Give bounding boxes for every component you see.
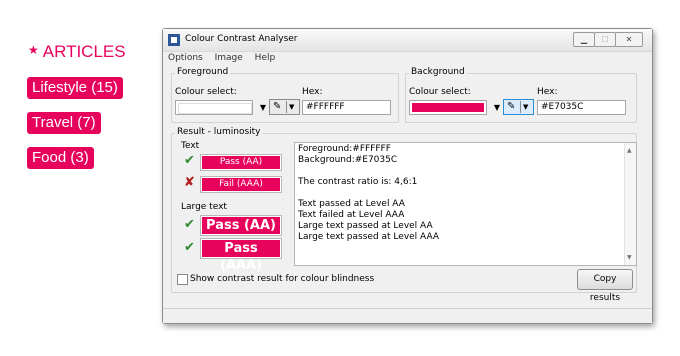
result-group-label: Result - luminosity <box>175 127 263 137</box>
background-eyedropper-button[interactable]: ✎ ▼ <box>503 99 534 115</box>
large-pass-aa-box: Pass (AA) <box>200 215 282 236</box>
report-line: Large text passed at Level AA <box>298 221 433 231</box>
menu-image[interactable]: Image <box>215 53 243 63</box>
report-line: Large text passed at Level AAA <box>298 232 440 242</box>
copy-results-button[interactable]: Copy results <box>577 269 633 303</box>
maximize-button[interactable]: ☐ <box>594 32 616 47</box>
menu-help[interactable]: Help <box>255 53 276 63</box>
report-line <box>298 188 633 199</box>
foreground-group <box>171 73 399 123</box>
eyedropper-icon: ✎ <box>273 101 282 112</box>
window-title: Colour Contrast Analyser <box>185 34 298 44</box>
foreground-hex-label: Hex: <box>302 87 323 97</box>
report-line: Text passed at Level AA <box>298 199 405 209</box>
foreground-hex-input[interactable]: #FFFFFF <box>302 100 391 115</box>
chevron-down-icon: ▼ <box>259 103 266 112</box>
divider <box>286 101 287 113</box>
articles-heading-text: ARTICLES <box>42 42 126 61</box>
background-group <box>405 73 637 123</box>
report-line: Text failed at Level AAA <box>298 210 405 220</box>
background-hex-label: Hex: <box>537 87 558 97</box>
large-text-results-label: Large text <box>181 202 227 212</box>
background-colour-select[interactable]: ▼ <box>409 100 500 115</box>
chevron-down-icon: ▼ <box>493 103 500 112</box>
background-hex-input[interactable]: #E7035C <box>537 100 626 115</box>
eyedropper-icon: ✎ <box>507 101 516 112</box>
check-icon: ✔ <box>184 217 195 232</box>
foreground-eyedropper-button[interactable]: ✎ ▼ <box>269 99 300 115</box>
foreground-colour-select-label: Colour select: <box>175 87 237 97</box>
colour-blindness-label: Show contrast result for colour blindnes… <box>190 274 375 284</box>
chevron-down-icon: ▼ <box>523 103 529 111</box>
star-icon: ★ <box>28 43 39 57</box>
report-line: The contrast ratio is: 4,6:1 <box>298 177 418 187</box>
check-icon: ✔ <box>184 240 195 255</box>
report-line: Foreground:#FFFFFF <box>298 144 391 154</box>
chevron-down-icon: ▼ <box>289 103 295 111</box>
contrast-analyser-window: Colour Contrast Analyser ▁ ☐ ✕ Options I… <box>162 28 653 324</box>
menu-bar: Options Image Help <box>163 52 652 65</box>
large-pass-aaa-box: Pass (AAA) <box>200 238 282 273</box>
tag-lifestyle[interactable]: Lifestyle (15) <box>27 77 123 99</box>
cross-icon: ✘ <box>184 175 195 190</box>
menu-options[interactable]: Options <box>168 53 203 63</box>
background-colour-select-label: Colour select: <box>409 87 471 97</box>
report-line <box>298 166 633 177</box>
colour-blindness-checkbox[interactable] <box>177 274 188 285</box>
articles-heading: ★ ARTICLES <box>28 42 126 62</box>
text-results-label: Text <box>181 141 200 151</box>
foreground-group-label: Foreground <box>175 67 231 77</box>
foreground-swatch <box>178 103 252 114</box>
tag-food[interactable]: Food (3) <box>27 147 94 169</box>
foreground-colour-select[interactable]: ▼ <box>175 100 266 115</box>
title-bar[interactable]: Colour Contrast Analyser ▁ ☐ ✕ <box>163 29 652 52</box>
text-fail-aaa-box: Fail (AAA) <box>200 176 282 193</box>
results-text: Foreground:#FFFFFF Background:#E7035C Th… <box>295 143 636 244</box>
vertical-scrollbar[interactable]: ▲ ▼ <box>624 143 636 265</box>
app-icon <box>168 34 180 46</box>
scroll-down-icon[interactable]: ▼ <box>627 252 632 263</box>
background-group-label: Background <box>409 67 467 77</box>
check-icon: ✔ <box>184 153 195 168</box>
status-bar <box>163 308 652 323</box>
close-button[interactable]: ✕ <box>615 32 643 47</box>
report-line: Background:#E7035C <box>298 155 398 165</box>
scroll-up-icon[interactable]: ▲ <box>627 145 632 156</box>
background-swatch <box>412 103 484 112</box>
divider <box>520 101 521 113</box>
minimize-button[interactable]: ▁ <box>573 32 595 47</box>
results-text-area[interactable]: Foreground:#FFFFFF Background:#E7035C Th… <box>294 142 637 266</box>
text-pass-aa-box: Pass (AA) <box>200 154 282 171</box>
tag-travel[interactable]: Travel (7) <box>27 112 101 134</box>
